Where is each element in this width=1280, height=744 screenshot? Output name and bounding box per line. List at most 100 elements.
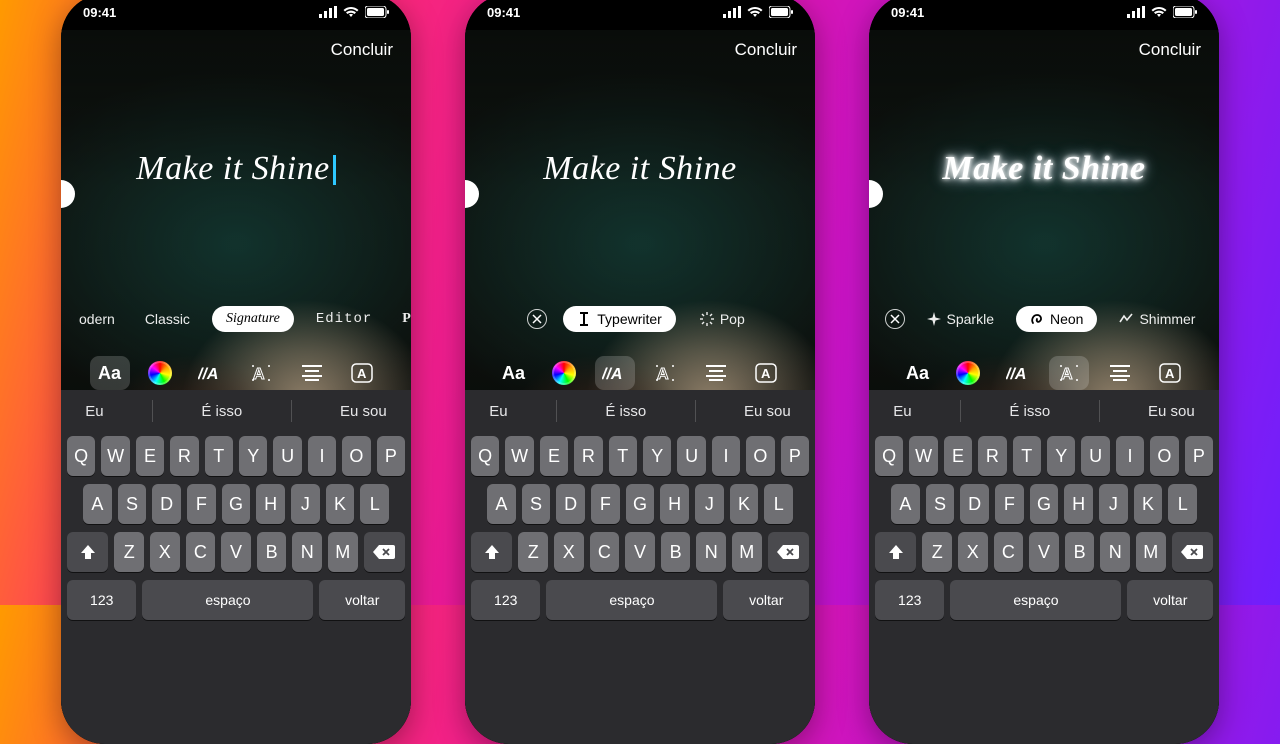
key-h[interactable]: H [256,484,285,524]
text-effect-tool[interactable]: A [645,356,685,390]
numbers-key[interactable]: 123 [67,580,136,620]
key-e[interactable]: E [540,436,568,476]
story-text-overlay[interactable]: Make it Shine [869,150,1219,188]
key-o[interactable]: O [342,436,370,476]
key-p[interactable]: P [1185,436,1213,476]
suggestion-1[interactable]: Eu [893,403,911,420]
key-q[interactable]: Q [67,436,95,476]
key-c[interactable]: C [186,532,216,572]
key-p[interactable]: P [377,436,405,476]
return-key[interactable]: voltar [723,580,809,620]
text-size-tool[interactable]: Aa [90,356,130,390]
key-k[interactable]: K [730,484,759,524]
key-t[interactable]: T [609,436,637,476]
key-o[interactable]: O [1150,436,1178,476]
clear-animation-button[interactable] [527,309,547,329]
key-m[interactable]: M [1136,532,1166,572]
done-button[interactable]: Concluir [331,40,393,60]
key-r[interactable]: R [170,436,198,476]
animation-option-typewriter[interactable]: Typewriter [563,306,676,332]
effect-option-shimmer[interactable]: Shimmer [1111,307,1203,331]
key-d[interactable]: D [152,484,181,524]
key-z[interactable]: Z [114,532,144,572]
backspace-key[interactable] [1172,532,1213,572]
key-o[interactable]: O [746,436,774,476]
shift-key[interactable] [471,532,512,572]
key-h[interactable]: H [1064,484,1093,524]
suggestion-2[interactable]: É isso [201,403,242,420]
text-color-tool[interactable] [140,356,180,390]
key-k[interactable]: K [1134,484,1163,524]
key-h[interactable]: H [660,484,689,524]
text-animation-tool[interactable]: //A [191,356,231,390]
key-z[interactable]: Z [922,532,952,572]
key-f[interactable]: F [995,484,1024,524]
key-j[interactable]: J [1099,484,1128,524]
return-key[interactable]: voltar [1127,580,1213,620]
key-j[interactable]: J [695,484,724,524]
suggestion-2[interactable]: É isso [1009,403,1050,420]
key-y[interactable]: Y [643,436,671,476]
key-m[interactable]: M [328,532,358,572]
text-size-tool[interactable]: Aa [898,356,938,390]
key-c[interactable]: C [994,532,1024,572]
key-r[interactable]: R [978,436,1006,476]
key-i[interactable]: I [308,436,336,476]
effect-option-sparkle[interactable]: Sparkle [919,307,1002,331]
key-r[interactable]: R [574,436,602,476]
key-w[interactable]: W [101,436,129,476]
done-button[interactable]: Concluir [735,40,797,60]
font-option-signature[interactable]: Signature [212,306,294,332]
key-g[interactable]: G [626,484,655,524]
text-effect-tool[interactable]: A [241,356,281,390]
suggestion-2[interactable]: É isso [605,403,646,420]
key-e[interactable]: E [944,436,972,476]
key-d[interactable]: D [556,484,585,524]
key-x[interactable]: X [150,532,180,572]
done-button[interactable]: Concluir [1139,40,1201,60]
text-background-tool[interactable]: A [1150,356,1190,390]
key-b[interactable]: B [257,532,287,572]
key-b[interactable]: B [661,532,691,572]
effect-selector-row[interactable]: Sparkle Neon Shimmer [869,302,1219,336]
text-animation-tool[interactable]: //A [999,356,1039,390]
text-background-tool[interactable]: A [342,356,382,390]
key-v[interactable]: V [221,532,251,572]
key-w[interactable]: W [909,436,937,476]
key-i[interactable]: I [712,436,740,476]
key-l[interactable]: L [360,484,389,524]
key-f[interactable]: F [591,484,620,524]
key-x[interactable]: X [554,532,584,572]
font-selector-row[interactable]: odern Classic Signature Editor Pos [61,302,411,336]
key-g[interactable]: G [1030,484,1059,524]
story-text-overlay[interactable]: Make it Shine [465,150,815,188]
key-v[interactable]: V [1029,532,1059,572]
key-y[interactable]: Y [239,436,267,476]
text-animation-tool[interactable]: //A [595,356,635,390]
key-t[interactable]: T [1013,436,1041,476]
key-q[interactable]: Q [471,436,499,476]
key-j[interactable]: J [291,484,320,524]
suggestion-1[interactable]: Eu [489,403,507,420]
key-l[interactable]: L [1168,484,1197,524]
font-option-classic[interactable]: Classic [137,307,198,331]
text-effect-tool[interactable]: A [1049,356,1089,390]
key-n[interactable]: N [696,532,726,572]
backspace-key[interactable] [364,532,405,572]
key-m[interactable]: M [732,532,762,572]
font-option-poster[interactable]: Pos [394,307,411,331]
key-q[interactable]: Q [875,436,903,476]
shift-key[interactable] [67,532,108,572]
suggestion-3[interactable]: Eu sou [340,403,387,420]
key-s[interactable]: S [926,484,955,524]
key-f[interactable]: F [187,484,216,524]
key-s[interactable]: S [118,484,147,524]
font-option-modern[interactable]: odern [71,307,123,331]
key-e[interactable]: E [136,436,164,476]
text-size-tool[interactable]: Aa [494,356,534,390]
key-d[interactable]: D [960,484,989,524]
key-x[interactable]: X [958,532,988,572]
key-a[interactable]: A [891,484,920,524]
key-a[interactable]: A [487,484,516,524]
backspace-key[interactable] [768,532,809,572]
